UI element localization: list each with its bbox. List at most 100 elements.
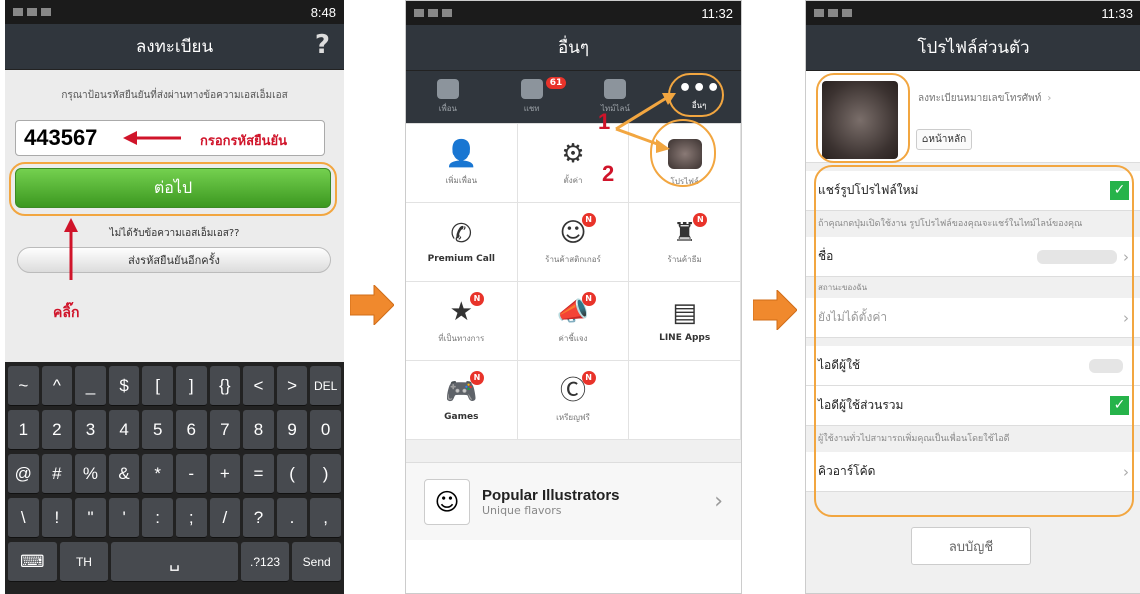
key[interactable]: ] bbox=[175, 366, 207, 406]
key[interactable]: 8 bbox=[243, 410, 274, 450]
keyboard-row-1: ~ ^ _ $ [ ] {} < > DEL bbox=[8, 366, 341, 406]
flow-arrow-icon bbox=[350, 285, 394, 325]
key[interactable]: \ bbox=[8, 498, 39, 538]
key[interactable]: 6 bbox=[175, 410, 207, 450]
grid-official[interactable]: N ★ ที่เป็นทางการ bbox=[406, 282, 518, 361]
key[interactable]: < bbox=[243, 366, 274, 406]
key[interactable]: > bbox=[276, 366, 308, 406]
key[interactable]: / bbox=[209, 498, 241, 538]
gear-icon: ⚙ bbox=[561, 138, 585, 169]
next-button[interactable]: ต่อไป bbox=[15, 168, 331, 208]
keyboard: ~ ^ _ $ [ ] {} < > DEL 1 2 3 4 5 6 7 8 9… bbox=[5, 362, 344, 594]
key[interactable]: ) bbox=[310, 454, 341, 494]
star-shield-icon: ★ bbox=[449, 296, 473, 327]
no-sms-link[interactable]: ไม่ได้รับข้อความเอสเอ็มเอส?? bbox=[5, 226, 344, 241]
key[interactable]: $ bbox=[108, 366, 140, 406]
tab-chats[interactable]: 61 แชท bbox=[490, 71, 574, 123]
key[interactable]: 9 bbox=[276, 410, 308, 450]
tab-label: เพื่อน bbox=[438, 104, 458, 113]
key[interactable]: . bbox=[276, 498, 308, 538]
grid-theme-shop[interactable]: N ♜ ร้านค้าธีม bbox=[629, 203, 741, 282]
status-icons bbox=[13, 5, 55, 19]
grid-label: ค่าชี้แจง bbox=[558, 333, 588, 343]
key[interactable]: @ bbox=[8, 454, 39, 494]
key[interactable]: _ bbox=[75, 366, 106, 406]
grid-sticker-shop[interactable]: N ☺ ร้านค้าสติกเกอร์ bbox=[517, 203, 630, 282]
key[interactable]: 5 bbox=[142, 410, 173, 450]
key[interactable]: - bbox=[175, 454, 207, 494]
tab-friends[interactable]: เพื่อน bbox=[406, 71, 490, 123]
key[interactable]: # bbox=[41, 454, 73, 494]
key[interactable]: 3 bbox=[75, 410, 106, 450]
help-icon[interactable]: ? bbox=[315, 30, 330, 60]
delete-key[interactable]: DEL bbox=[310, 366, 341, 406]
keyboard-icon[interactable]: ⌨ bbox=[8, 542, 57, 582]
status-icons bbox=[414, 6, 456, 20]
registration-body: กรุณาป้อนรหัสยืนยันที่ส่งผ่านทางข้อความเ… bbox=[5, 70, 344, 362]
key[interactable]: ' bbox=[108, 498, 140, 538]
key[interactable]: ; bbox=[175, 498, 207, 538]
key[interactable]: ( bbox=[276, 454, 308, 494]
key[interactable]: 4 bbox=[108, 410, 140, 450]
step-2-label: 2 bbox=[602, 161, 615, 186]
grid-label: ตั้งค่า bbox=[563, 175, 583, 185]
register-phone-link[interactable]: ลงทะเบียนหมายเลขโทรศัพท์ › bbox=[918, 91, 1051, 106]
key[interactable]: 0 bbox=[310, 410, 341, 450]
grid-empty bbox=[629, 361, 741, 440]
keyboard-row-4: \ ! " ' : ; / ? . , bbox=[8, 498, 341, 538]
key[interactable]: ~ bbox=[8, 366, 39, 406]
key[interactable]: ^ bbox=[41, 366, 73, 406]
grid-premium-call[interactable]: ✆ Premium Call bbox=[406, 203, 518, 282]
key[interactable]: ? bbox=[243, 498, 274, 538]
key[interactable]: ! bbox=[41, 498, 73, 538]
grid-add-friend[interactable]: 👤 เพิ่มเพื่อน bbox=[406, 124, 518, 203]
home-button[interactable]: ⌂หน้าหลัก bbox=[916, 129, 973, 150]
grid-notice[interactable]: N 📣 ค่าชี้แจง bbox=[517, 282, 630, 361]
status-time: 11:32 bbox=[701, 5, 733, 21]
chevron-right-icon: › bbox=[1047, 93, 1052, 104]
grid-line-apps[interactable]: ▤ LINE Apps bbox=[629, 282, 741, 361]
key[interactable]: , bbox=[310, 498, 341, 538]
add-friend-icon: 👤 bbox=[445, 138, 478, 169]
popular-subtitle: Unique flavors bbox=[482, 503, 562, 517]
chevron-right-icon: › bbox=[714, 489, 723, 514]
title-text: อื่นๆ bbox=[558, 38, 589, 58]
new-badge: N bbox=[581, 213, 596, 227]
key[interactable]: % bbox=[75, 454, 106, 494]
grid-label: ที่เป็นทางการ bbox=[438, 333, 485, 343]
status-bar: 11:32 bbox=[406, 1, 741, 25]
key[interactable]: {} bbox=[209, 366, 241, 406]
key[interactable]: 2 bbox=[41, 410, 73, 450]
send-key[interactable]: Send bbox=[292, 542, 342, 582]
popular-illustrators-banner[interactable]: ☺ Popular Illustrators Unique flavors › bbox=[406, 462, 741, 540]
key[interactable]: * bbox=[142, 454, 173, 494]
new-badge: N bbox=[470, 292, 484, 306]
phone-profile: 11:33 โปรไฟล์ส่วนตัว ลงทะเบียนหมายเลขโทร… bbox=[805, 0, 1140, 594]
key[interactable]: [ bbox=[142, 366, 173, 406]
grid-games[interactable]: N 🎮 Games bbox=[406, 361, 518, 440]
highlight-avatar bbox=[816, 73, 910, 163]
key[interactable]: = bbox=[243, 454, 274, 494]
key[interactable]: & bbox=[108, 454, 140, 494]
annotation-enter-code: กรอกรหัสยืนยัน bbox=[200, 134, 288, 149]
key[interactable]: 1 bbox=[8, 410, 39, 450]
grid-label: ร้านค้าสติกเกอร์ bbox=[545, 254, 601, 264]
new-badge: N bbox=[693, 213, 708, 227]
space-key[interactable]: ␣ bbox=[111, 542, 238, 582]
highlight-settings bbox=[814, 165, 1134, 517]
key[interactable]: " bbox=[75, 498, 106, 538]
popular-title: Popular Illustrators bbox=[482, 486, 620, 504]
symbols-key[interactable]: .?123 bbox=[240, 542, 290, 582]
chat-icon bbox=[520, 79, 543, 99]
delete-account-button[interactable]: ลบบัญชี bbox=[911, 527, 1031, 565]
friends-icon bbox=[436, 79, 459, 99]
key[interactable]: + bbox=[209, 454, 241, 494]
status-bar: 11:33 bbox=[806, 1, 1140, 25]
arrow-left-icon bbox=[123, 131, 181, 145]
language-key[interactable]: TH bbox=[59, 542, 109, 582]
grid-label: ร้านค้าธีม bbox=[667, 254, 702, 264]
grid-free-coins[interactable]: N Ⓒ เหรียญฟรี bbox=[517, 361, 630, 440]
key[interactable]: 7 bbox=[209, 410, 241, 450]
keyboard-row-5: ⌨ TH ␣ .?123 Send bbox=[8, 542, 342, 582]
key[interactable]: : bbox=[142, 498, 173, 538]
